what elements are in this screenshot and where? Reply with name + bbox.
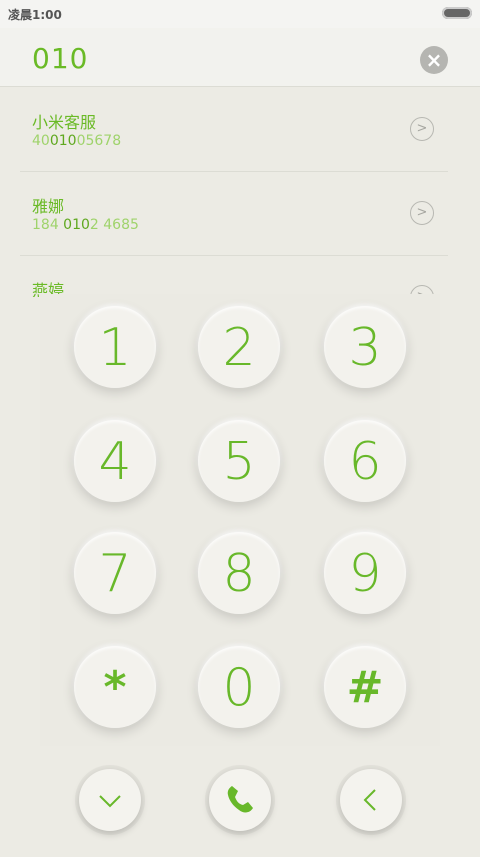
key-0[interactable]: 0: [198, 646, 280, 728]
list-item[interactable]: 雅娜 184 0102 4685 >: [20, 171, 448, 256]
key-7[interactable]: 7: [74, 532, 156, 614]
key-5[interactable]: 5: [198, 420, 280, 502]
backspace-button[interactable]: [340, 769, 402, 831]
list-item[interactable]: 燕婷 >: [20, 255, 448, 297]
contact-name: 小米客服: [32, 113, 97, 132]
key-9[interactable]: 9: [324, 532, 406, 614]
key-3[interactable]: 3: [324, 306, 406, 388]
dial-number-display[interactable]: 010: [32, 42, 88, 75]
key-4[interactable]: 4: [74, 420, 156, 502]
key-star[interactable]: *: [74, 646, 156, 728]
key-8[interactable]: 8: [198, 532, 280, 614]
contact-results-list: 小米客服 4001005678 > 雅娜 184 0102 4685 > 燕婷 …: [0, 87, 480, 297]
contact-name: 雅娜: [32, 197, 65, 216]
list-item[interactable]: 小米客服 4001005678 >: [20, 87, 448, 172]
chevron-left-icon: [363, 789, 376, 811]
dial-input-area: 010 ×: [0, 28, 480, 87]
dial-keypad: 1 2 3 4 5 6 7 8 9 * 0 #: [40, 294, 440, 746]
chevron-down-icon: [99, 795, 121, 808]
contact-number: 4001005678: [32, 133, 122, 149]
status-time: 凌晨1:00: [8, 8, 62, 22]
chevron-right-icon[interactable]: >: [410, 117, 434, 141]
contact-number: 184 0102 4685: [32, 217, 139, 233]
call-button[interactable]: [209, 769, 271, 831]
key-hash[interactable]: #: [324, 646, 406, 728]
phone-icon: [227, 786, 253, 813]
collapse-keypad-button[interactable]: [79, 769, 141, 831]
battery-icon: [442, 7, 472, 19]
chevron-right-icon[interactable]: >: [410, 201, 434, 225]
key-2[interactable]: 2: [198, 306, 280, 388]
status-bar: 凌晨1:00: [0, 0, 480, 28]
key-6[interactable]: 6: [324, 420, 406, 502]
key-1[interactable]: 1: [74, 306, 156, 388]
clear-icon[interactable]: ×: [420, 46, 448, 74]
